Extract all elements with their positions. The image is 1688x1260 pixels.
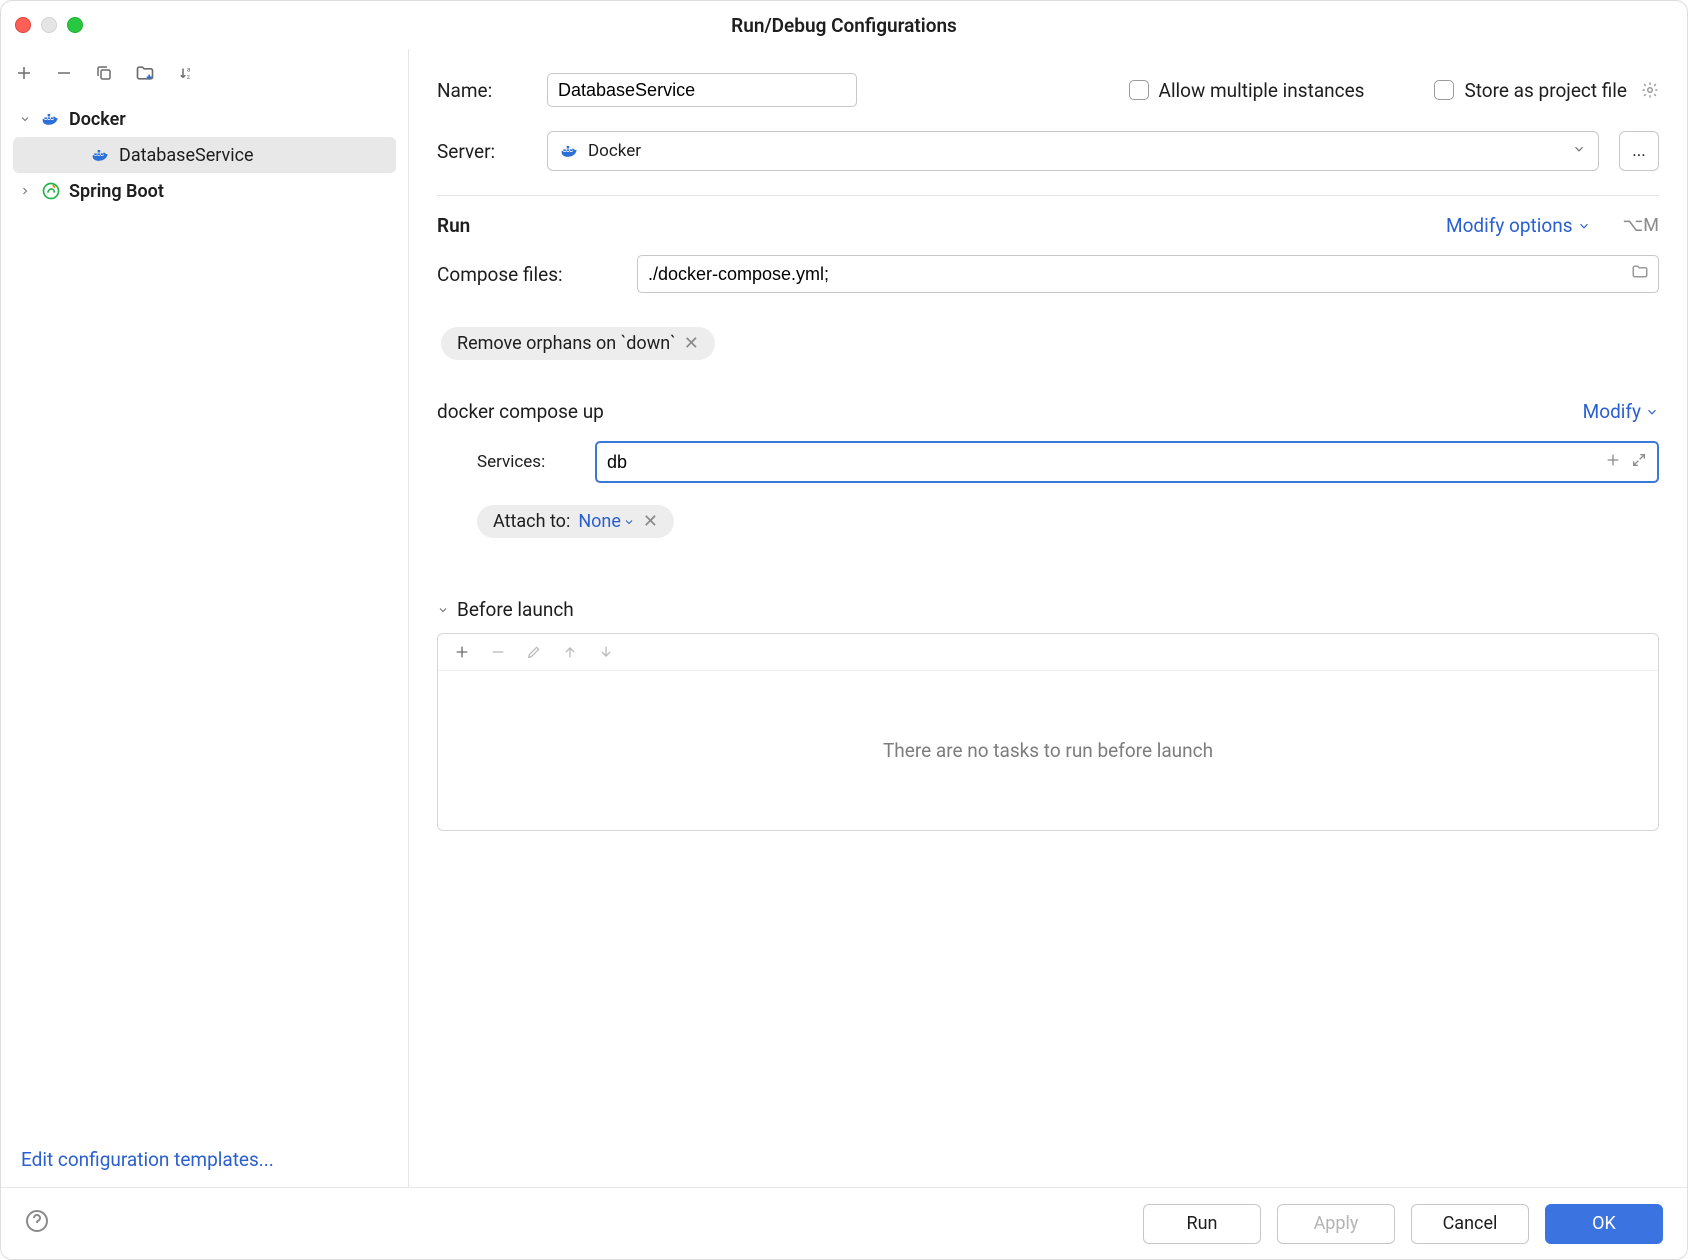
chevron-down-icon (1572, 141, 1586, 161)
config-tree: Docker DatabaseService Spring Boot (1, 97, 408, 1132)
store-as-project-label: Store as project file (1464, 79, 1627, 102)
tree-label: Spring Boot (69, 181, 164, 202)
maximize-window-button[interactable] (67, 17, 83, 33)
close-icon[interactable]: ✕ (643, 511, 658, 532)
edit-task-icon[interactable] (526, 644, 542, 660)
edit-templates-link[interactable]: Edit configuration templates... (21, 1148, 274, 1171)
cancel-button[interactable]: Cancel (1411, 1204, 1529, 1244)
remove-config-icon[interactable] (55, 64, 73, 82)
before-launch-toolbar (438, 634, 1658, 670)
attach-to-value[interactable]: None (578, 511, 635, 532)
expand-icon[interactable] (1631, 452, 1647, 473)
title-bar: Run/Debug Configurations (1, 1, 1687, 49)
close-icon[interactable]: ✕ (684, 333, 699, 354)
sort-icon[interactable]: az (177, 64, 195, 82)
modify-options-shortcut: ⌥M (1623, 215, 1659, 236)
allow-multiple-checkbox[interactable]: Allow multiple instances (1129, 79, 1365, 102)
run-button[interactable]: Run (1143, 1204, 1261, 1244)
remove-orphans-pill[interactable]: Remove orphans on `down` ✕ (441, 327, 715, 360)
ok-button[interactable]: OK (1545, 1204, 1663, 1244)
name-label: Name: (437, 79, 527, 102)
spring-boot-icon (41, 181, 61, 201)
chevron-right-icon (19, 185, 33, 197)
name-input[interactable] (547, 73, 857, 107)
tree-label: Docker (69, 109, 126, 130)
services-input[interactable] (595, 441, 1659, 483)
window-title: Run/Debug Configurations (731, 14, 957, 37)
ellipsis-icon: ... (1632, 141, 1645, 161)
modify-options-link[interactable]: Modify options (1446, 214, 1591, 237)
add-task-icon[interactable] (454, 644, 470, 660)
tree-node-docker[interactable]: Docker (1, 101, 408, 137)
server-select-value: Docker (588, 141, 641, 161)
compose-up-heading: docker compose up (437, 400, 604, 423)
dialog-footer: Run Apply Cancel OK (1, 1187, 1687, 1259)
store-as-project-checkbox[interactable]: Store as project file (1434, 79, 1659, 102)
services-label: Services: (477, 452, 577, 472)
folder-plus-icon[interactable] (135, 63, 155, 83)
tree-node-databaseservice[interactable]: DatabaseService (13, 137, 396, 173)
close-window-button[interactable] (15, 17, 31, 33)
help-icon[interactable] (25, 1209, 49, 1238)
sidebar-toolbar: az (1, 49, 408, 97)
server-label: Server: (437, 140, 527, 163)
chevron-down-icon (19, 113, 33, 125)
move-down-icon[interactable] (598, 644, 614, 660)
tree-node-springboot[interactable]: Spring Boot (1, 173, 408, 209)
svg-text:z: z (187, 73, 191, 81)
services-input-field[interactable] (607, 452, 1597, 473)
plus-icon[interactable] (1605, 452, 1621, 473)
minimize-window-button[interactable] (41, 17, 57, 33)
copy-config-icon[interactable] (95, 64, 113, 82)
docker-icon (91, 145, 111, 165)
tree-label: DatabaseService (119, 145, 254, 166)
modify-compose-link[interactable]: Modify (1583, 400, 1659, 423)
attach-to-pill[interactable]: Attach to: None ✕ (477, 505, 674, 538)
server-select[interactable]: Docker (547, 131, 1599, 171)
add-config-icon[interactable] (15, 64, 33, 82)
folder-icon[interactable] (1631, 263, 1649, 286)
server-browse-button[interactable]: ... (1619, 131, 1659, 171)
pill-label: Attach to: (493, 511, 570, 532)
before-launch-empty: There are no tasks to run before launch (438, 670, 1658, 830)
docker-icon (560, 141, 580, 161)
sidebar: az Docker DatabaseService (1, 49, 409, 1187)
main-panel: Name: Allow multiple instances Store as … (409, 49, 1687, 1187)
docker-icon (41, 109, 61, 129)
compose-files-label: Compose files: (437, 263, 617, 286)
before-launch-heading: Before launch (457, 598, 574, 621)
traffic-lights (15, 17, 83, 33)
move-up-icon[interactable] (562, 644, 578, 660)
pill-label: Remove orphans on `down` (457, 333, 676, 354)
apply-button[interactable]: Apply (1277, 1204, 1395, 1244)
gear-icon[interactable] (1641, 81, 1659, 99)
before-launch-toggle[interactable]: Before launch (437, 598, 1659, 621)
chevron-down-icon (437, 604, 449, 616)
run-section-heading: Run (437, 214, 470, 237)
remove-task-icon[interactable] (490, 644, 506, 660)
compose-files-input[interactable] (637, 255, 1659, 293)
allow-multiple-label: Allow multiple instances (1159, 79, 1365, 102)
